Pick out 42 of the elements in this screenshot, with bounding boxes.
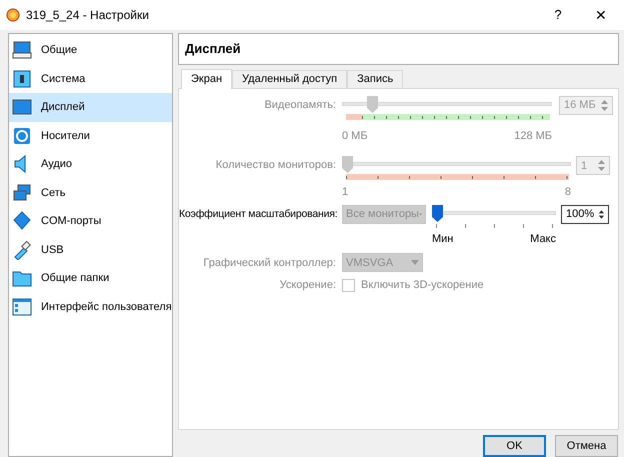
display-icon xyxy=(12,97,32,118)
min-label: 0 МБ xyxy=(342,128,368,144)
sidebar-item[interactable]: COM-порты xyxy=(9,207,172,236)
min-label: Мин xyxy=(432,232,454,247)
usb-plug-icon xyxy=(12,240,32,260)
field-label: Количество мониторов: xyxy=(214,158,336,174)
window-title: 319_5_24 - Настройки xyxy=(26,7,149,24)
sidebar-item[interactable]: Дисплей xyxy=(9,93,172,122)
tab[interactable]: Запись xyxy=(347,70,404,88)
chip-icon xyxy=(12,68,32,89)
field-label: Ускорение: xyxy=(278,278,336,294)
sidebar-item[interactable]: USB xyxy=(9,236,172,264)
sidebar-item[interactable]: Общие папки xyxy=(9,264,172,292)
spin-box[interactable]: 100% xyxy=(561,204,609,224)
spinner-arrows-icon[interactable] xyxy=(598,208,605,221)
field-label: Видеопамять: xyxy=(263,98,336,113)
sidebar-item[interactable]: Аудио xyxy=(9,150,172,178)
window-icon xyxy=(12,296,32,317)
sidebar-item[interactable]: Носители xyxy=(9,122,172,150)
sidebar-item[interactable]: Сеть xyxy=(9,178,172,207)
dropdown-arrow-icon xyxy=(411,260,419,266)
checkbox-label: Включить 3D-ускорение xyxy=(361,278,484,294)
help-button[interactable]: ? xyxy=(538,0,578,30)
min-label: 1 xyxy=(342,185,348,200)
monitor-icon xyxy=(12,40,32,60)
tab[interactable]: Экран xyxy=(181,68,232,89)
close-button[interactable]: ✕ xyxy=(578,0,624,30)
network-icon xyxy=(12,182,32,203)
max-label: Макс xyxy=(530,232,556,247)
field-label: Графический контроллер: xyxy=(202,256,336,270)
slider-thumb[interactable] xyxy=(432,204,443,222)
section-header: Дисплей xyxy=(178,33,619,65)
sidebar-item[interactable]: Интерфейс пользователя xyxy=(9,292,172,321)
field-label: Коэффициент масштабирования: xyxy=(179,206,336,222)
max-label: 128 МБ xyxy=(514,128,552,144)
dialog-button[interactable]: Отмена xyxy=(555,435,618,457)
app-logo-icon xyxy=(6,8,20,22)
sidebar-item[interactable]: Система xyxy=(9,64,172,93)
sidebar-item[interactable]: Общие xyxy=(9,36,172,64)
dialog-button[interactable]: OK xyxy=(483,435,546,457)
max-label: 8 xyxy=(564,185,571,200)
tab[interactable]: Удаленный доступ xyxy=(232,70,348,88)
